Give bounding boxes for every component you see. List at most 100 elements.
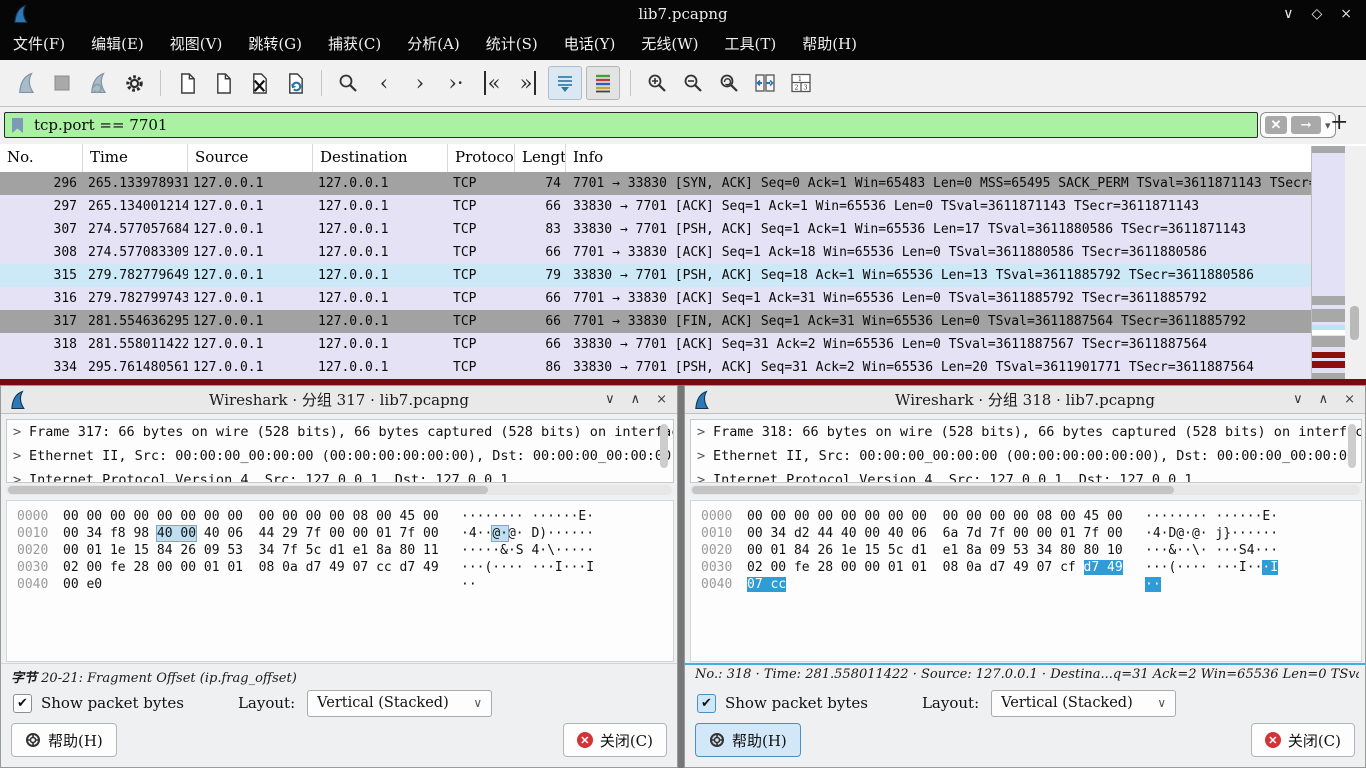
packet-row-315[interactable]: 315279.782779649127.0.0.1127.0.0.1TCP793… — [0, 264, 1311, 287]
packet-row-317[interactable]: 317281.554636295127.0.0.1127.0.0.1TCP667… — [0, 310, 1311, 333]
dialog-titlebar[interactable]: Wireshark · 分组 318 · lib7.pcapng ∨ ∧ × — [685, 386, 1365, 414]
open-file-icon[interactable] — [171, 67, 203, 99]
layout-select[interactable]: Vertical (Stacked) ∨ — [307, 690, 492, 717]
packet-row-308[interactable]: 308274.577083309127.0.0.1127.0.0.1TCP667… — [0, 241, 1311, 264]
tree-row[interactable]: >Frame 318: 66 bytes on wire (528 bits),… — [691, 420, 1361, 444]
hex-line[interactable]: 000000 00 00 00 00 00 00 00 00 00 00 00 … — [7, 508, 673, 525]
packet-bytes-pane[interactable]: 000000 00 00 00 00 00 00 00 00 00 00 00 … — [690, 500, 1362, 662]
menu-item-file[interactable]: 文件(F) — [0, 28, 78, 60]
expander-icon[interactable]: > — [13, 420, 29, 444]
filter-text-input[interactable] — [32, 115, 1036, 135]
tree-row[interactable]: >Ethernet II, Src: 00:00:00_00:00:00 (00… — [691, 444, 1361, 468]
packet-row-296[interactable]: 296265.133978931127.0.0.1127.0.0.1TCP747… — [0, 172, 1311, 195]
tree-row[interactable]: >Frame 317: 66 bytes on wire (528 bits),… — [7, 420, 673, 444]
menu-item-edit[interactable]: 编辑(E) — [78, 28, 157, 60]
show-packet-bytes-checkbox[interactable]: ✔ — [13, 694, 32, 713]
hscrollbar-handle[interactable] — [692, 486, 1174, 494]
restart-capture-icon[interactable] — [82, 67, 114, 99]
resize-columns-icon[interactable] — [749, 67, 781, 99]
window-minimize-icon[interactable]: ∨ — [1283, 6, 1293, 22]
tree-row[interactable]: >Internet Protocol Version 4, Src: 127.0… — [691, 468, 1361, 483]
reload-file-icon[interactable] — [279, 67, 311, 99]
hex-line[interactable]: 002000 01 1e 15 84 26 09 53 34 7f 5c d1 … — [7, 542, 673, 559]
column-header-info[interactable]: Info — [566, 144, 1366, 172]
save-file-icon[interactable] — [207, 67, 239, 99]
packet-row-318[interactable]: 318281.558011422127.0.0.1127.0.0.1TCP663… — [0, 333, 1311, 356]
dialog-titlebar[interactable]: Wireshark · 分组 317 · lib7.pcapng ∨ ∧ × — [1, 386, 677, 414]
hex-line[interactable]: 002000 01 84 26 1e 15 5c d1 e1 8a 09 53 … — [691, 542, 1361, 559]
go-last-packet-icon[interactable]: » — [512, 67, 544, 99]
layout-select[interactable]: Vertical (Stacked) ∨ — [991, 690, 1176, 717]
column-header-no[interactable]: No. — [0, 144, 83, 172]
hex-line[interactable]: 003002 00 fe 28 00 00 01 01 08 0a d7 49 … — [7, 559, 673, 576]
expander-icon[interactable]: > — [13, 468, 29, 483]
packet-bytes-pane[interactable]: 000000 00 00 00 00 00 00 00 00 00 00 00 … — [6, 500, 674, 662]
menu-item-go[interactable]: 跳转(G) — [235, 28, 315, 60]
stop-capture-icon[interactable] — [46, 67, 78, 99]
close-button[interactable]: ✕ 关闭(C) — [1251, 723, 1355, 757]
go-to-packet-icon[interactable]: ›· — [440, 67, 472, 99]
packet-row-334[interactable]: 334295.761480561127.0.0.1127.0.0.1TCP863… — [0, 356, 1311, 379]
dialog-minimize-icon[interactable]: ∨ — [605, 392, 615, 407]
colorize-icon[interactable] — [586, 66, 620, 100]
packet-list-minimap[interactable] — [1311, 146, 1346, 379]
layout-chooser-icon[interactable]: 123 — [785, 67, 817, 99]
menu-item-wireless[interactable]: 无线(W) — [628, 28, 711, 60]
tree-row[interactable]: >Ethernet II, Src: 00:00:00_00:00:00 (00… — [7, 444, 673, 468]
dialog-close-icon[interactable]: × — [1344, 392, 1355, 407]
hex-line[interactable]: 001000 34 d2 44 40 00 40 06 6a 7d 7f 00 … — [691, 525, 1361, 542]
menu-item-statistics[interactable]: 统计(S) — [473, 28, 551, 60]
zoom-out-icon[interactable] — [677, 67, 709, 99]
hex-line[interactable]: 001000 34 f8 98 40 00 40 06 44 29 7f 00 … — [7, 525, 673, 542]
zoom-in-icon[interactable] — [641, 67, 673, 99]
menu-item-help[interactable]: 帮助(H) — [789, 28, 870, 60]
menu-item-capture[interactable]: 捕获(C) — [315, 28, 394, 60]
start-capture-icon[interactable] — [10, 67, 42, 99]
hex-line[interactable]: 004000 e0·· — [7, 576, 673, 593]
packet-detail-tree[interactable]: >Frame 318: 66 bytes on wire (528 bits),… — [690, 419, 1362, 483]
find-packet-icon[interactable] — [332, 67, 364, 99]
close-file-icon[interactable] — [243, 67, 275, 99]
filter-apply-icon[interactable]: → — [1291, 116, 1321, 134]
show-packet-bytes-checkbox[interactable]: ✔ — [697, 694, 716, 713]
scrollbar-handle[interactable] — [1350, 306, 1359, 340]
packet-row-316[interactable]: 316279.782799743127.0.0.1127.0.0.1TCP667… — [0, 287, 1311, 310]
dialog-close-icon[interactable]: × — [656, 392, 667, 407]
tree-scrollbar-handle[interactable] — [660, 424, 668, 468]
capture-options-icon[interactable] — [118, 67, 150, 99]
zoom-reset-icon[interactable] — [713, 67, 745, 99]
window-close-icon[interactable]: × — [1340, 6, 1352, 22]
dialog-maximize-icon[interactable]: ∧ — [631, 392, 641, 407]
help-button[interactable]: 帮助(H) — [11, 723, 117, 757]
hscrollbar-handle[interactable] — [8, 486, 488, 494]
column-header-length[interactable]: Length — [515, 144, 566, 172]
expander-icon[interactable]: > — [697, 468, 713, 483]
column-header-protocol[interactable]: Protocol — [448, 144, 515, 172]
filter-clear-icon[interactable]: ✕ — [1265, 116, 1287, 134]
go-forward-icon[interactable]: › — [404, 67, 436, 99]
hex-line[interactable]: 003002 00 fe 28 00 00 01 01 08 0a d7 49 … — [691, 559, 1361, 576]
menu-item-analyze[interactable]: 分析(A) — [394, 28, 473, 60]
menu-item-telephony[interactable]: 电话(Y) — [551, 28, 629, 60]
column-header-time[interactable]: Time — [83, 144, 188, 172]
expander-icon[interactable]: > — [697, 420, 713, 444]
auto-scroll-icon[interactable] — [548, 66, 582, 100]
go-first-packet-icon[interactable]: « — [476, 67, 508, 99]
packet-list-scrollbar[interactable] — [1345, 146, 1366, 379]
go-back-icon[interactable]: ‹ — [368, 67, 400, 99]
dialog-maximize-icon[interactable]: ∧ — [1319, 392, 1329, 407]
hex-line[interactable]: 000000 00 00 00 00 00 00 00 00 00 00 00 … — [691, 508, 1361, 525]
dialog-minimize-icon[interactable]: ∨ — [1293, 392, 1303, 407]
menu-item-tools[interactable]: 工具(T) — [711, 28, 789, 60]
hex-line[interactable]: 004007 cc·· — [691, 576, 1361, 593]
help-button[interactable]: 帮助(H) — [695, 723, 801, 757]
packet-row-307[interactable]: 307274.577057684127.0.0.1127.0.0.1TCP833… — [0, 218, 1311, 241]
tree-scrollbar-handle[interactable] — [1348, 424, 1356, 468]
tree-hscrollbar[interactable] — [690, 485, 1360, 495]
expander-icon[interactable]: > — [13, 444, 29, 468]
column-header-source[interactable]: Source — [188, 144, 313, 172]
column-header-destination[interactable]: Destination — [313, 144, 448, 172]
packet-row-297[interactable]: 297265.134001214127.0.0.1127.0.0.1TCP663… — [0, 195, 1311, 218]
bookmark-icon[interactable] — [11, 117, 24, 134]
menu-item-view[interactable]: 视图(V) — [157, 28, 236, 60]
